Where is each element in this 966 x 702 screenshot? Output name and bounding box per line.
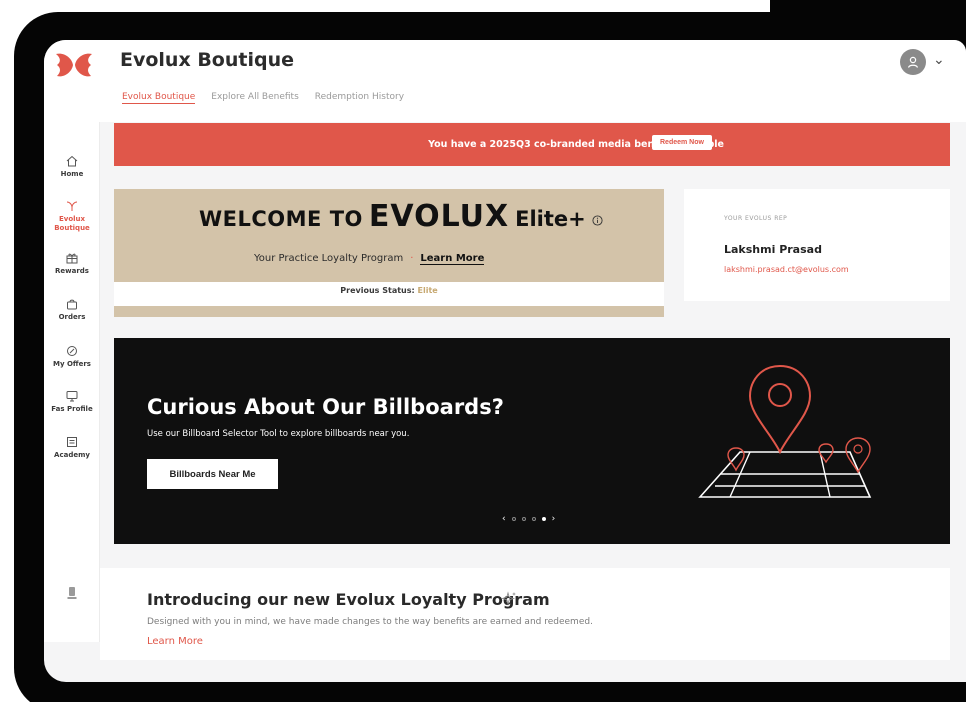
evolux-wordmark: EVOLUX (368, 199, 510, 234)
bag-icon (67, 299, 77, 310)
sidebar-item-academy[interactable]: Academy (44, 436, 100, 459)
sparkle-icon (500, 591, 516, 606)
sidebar-item-rewards[interactable]: Rewards (44, 252, 100, 275)
welcome-heading: WELCOME TO EVOLUX Elite+ (199, 199, 603, 234)
carousel-prev-icon[interactable]: ‹ (502, 514, 506, 524)
boutique-icon (66, 201, 78, 211)
academy-icon (67, 437, 77, 447)
carousel-dot[interactable] (531, 517, 536, 521)
page-title: Evolux Boutique (120, 49, 294, 71)
carousel-controls: ‹ › (502, 514, 555, 524)
carousel-dot[interactable] (511, 517, 516, 521)
billboard-hero: Curious About Our Billboards? Use our Bi… (114, 338, 950, 544)
user-icon (907, 56, 919, 68)
sidebar-item-my-offers[interactable]: My Offers (44, 345, 100, 368)
previous-status: Previous Status: Elite (114, 286, 664, 295)
welcome-bottom-strip (114, 306, 664, 317)
account-menu-chevron-icon[interactable]: ⌄ (933, 52, 945, 68)
map-pin-icon (698, 364, 872, 498)
previous-status-label: Previous Status: (340, 286, 415, 295)
separator-dot: · (410, 253, 414, 264)
sidebar-item-evolux-boutique[interactable]: Evolux Boutique (44, 200, 100, 233)
loyalty-intro-card: Introducing our new Evolux Loyalty Progr… (100, 568, 950, 660)
tab-evolux-boutique[interactable]: Evolux Boutique (122, 92, 196, 104)
info-icon[interactable] (592, 215, 603, 226)
offer-icon (67, 346, 77, 356)
carousel-dot[interactable] (521, 517, 526, 521)
carousel-dot-active[interactable] (541, 517, 546, 521)
intro-body: Designed with you in mind, we have made … (147, 617, 593, 627)
rep-card: YOUR EVOLUS REP Lakshmi Prasad lakshmi.p… (684, 189, 950, 301)
rep-name: Lakshmi Prasad (724, 243, 822, 256)
tab-bar: Evolux Boutique Explore All Benefits Red… (122, 92, 404, 104)
previous-status-value: Elite (417, 286, 438, 295)
welcome-card: WELCOME TO EVOLUX Elite+ Your Practice L… (114, 189, 664, 317)
top-header: Evolux Boutique Evolux Boutique Explore … (44, 40, 966, 122)
billboards-near-me-button[interactable]: Billboards Near Me (147, 459, 278, 489)
user-avatar[interactable] (900, 49, 926, 75)
welcome-lead: WELCOME TO (199, 207, 363, 231)
tier-name: Elite+ (515, 207, 586, 231)
sidebar-item-label: Orders (58, 313, 86, 321)
intro-title: Introducing our new Evolux Loyalty Progr… (147, 590, 550, 609)
sidebar-item-label: Evolux Boutique (54, 215, 90, 232)
gift-icon (66, 253, 78, 264)
intro-learn-more-link[interactable]: Learn More (147, 636, 203, 647)
sidebar-item-fas-profile[interactable]: Fas Profile (44, 390, 100, 413)
sidebar-item-home[interactable]: Home (44, 155, 100, 178)
carousel-next-icon[interactable]: › (552, 514, 556, 524)
profile-icon (66, 391, 78, 402)
program-line: Your Practice Loyalty Program · Learn More (254, 253, 485, 265)
sidebar-item-orders[interactable]: Orders (44, 298, 100, 321)
sidebar-item-label: Home (60, 170, 84, 178)
hero-subtitle: Use our Billboard Selector Tool to explo… (147, 429, 410, 439)
home-icon (66, 155, 78, 167)
welcome-learn-more-link[interactable]: Learn More (420, 253, 485, 265)
sidebar-item-label: Rewards (55, 267, 89, 275)
support-icon[interactable] (66, 586, 78, 600)
sidebar-item-label: My Offers (53, 360, 91, 368)
program-name: Your Practice Loyalty Program (254, 253, 404, 264)
hero-title: Curious About Our Billboards? (147, 395, 504, 419)
sidebar: Home Evolux Boutique Rewards Orders My O… (44, 122, 100, 642)
sidebar-item-label: Academy (54, 451, 90, 459)
benefit-alert-banner: You have a 2025Q3 co-branded media benef… (114, 123, 950, 166)
app-screen: Evolux Boutique Evolux Boutique Explore … (44, 40, 966, 682)
rep-caption: YOUR EVOLUS REP (724, 215, 788, 222)
redeem-now-button[interactable]: Redeem Now (652, 135, 712, 150)
brand-logo-icon[interactable] (54, 50, 94, 80)
tab-explore-all-benefits[interactable]: Explore All Benefits (211, 92, 299, 104)
rep-email-link[interactable]: lakshmi.prasad.ct@evolus.com (724, 265, 849, 274)
tab-redemption-history[interactable]: Redemption History (315, 92, 404, 104)
sidebar-item-label: Fas Profile (51, 405, 93, 413)
